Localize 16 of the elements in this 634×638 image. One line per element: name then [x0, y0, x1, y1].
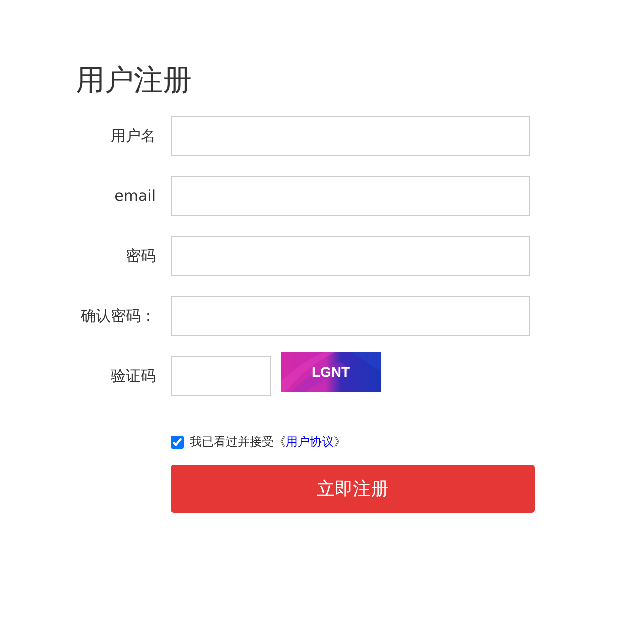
agreement-text: 我已看过并接受《用户协议》: [190, 434, 346, 451]
password-field[interactable]: [171, 296, 530, 336]
password-field[interactable]: [171, 236, 530, 276]
register-button[interactable]: 立即注册: [171, 465, 535, 513]
field-label: email: [114, 187, 156, 205]
field-label: 验证码: [110, 366, 156, 386]
user-agreement-link[interactable]: 用户协议: [286, 435, 334, 449]
field-label: 用户名: [110, 126, 156, 146]
field-label: 密码: [125, 246, 156, 266]
agreement-checkbox[interactable]: [171, 436, 184, 449]
captcha-image[interactable]: LGNT: [281, 352, 381, 392]
field-label: 确认密码：: [80, 306, 156, 326]
input-field[interactable]: [171, 116, 530, 156]
captcha-field[interactable]: [171, 356, 271, 396]
page-title: 用户注册: [76, 62, 193, 99]
input-field[interactable]: [171, 176, 530, 216]
